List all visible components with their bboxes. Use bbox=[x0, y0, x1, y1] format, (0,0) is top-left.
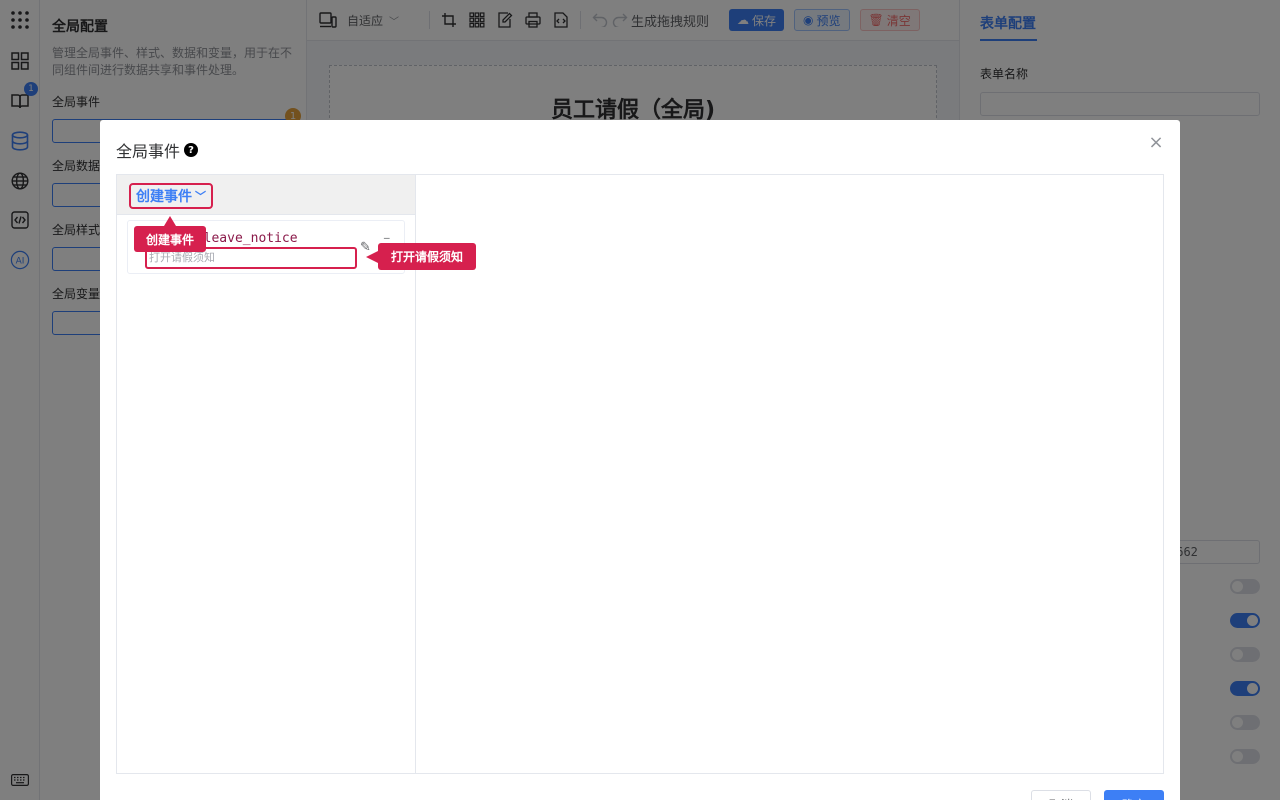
event-list-header: 创建事件 ﹀ bbox=[117, 175, 415, 215]
global-events-dialog: 全局事件 ? × 创建事件 ﹀ n_leave_notice 打开请假须知 ✎ … bbox=[100, 120, 1180, 800]
dialog-title-text: 全局事件 bbox=[116, 142, 181, 161]
description-tip: 打开请假须知 bbox=[366, 243, 476, 270]
chevron-down-icon: ﹀ bbox=[195, 190, 206, 203]
dialog-body: 创建事件 ﹀ n_leave_notice 打开请假须知 ✎ ‾ bbox=[116, 174, 1164, 774]
event-list-panel: 创建事件 ﹀ n_leave_notice 打开请假须知 ✎ ‾ bbox=[117, 175, 416, 773]
cancel-button[interactable]: 取消 bbox=[1031, 790, 1091, 800]
create-event-button[interactable]: 创建事件 ﹀ bbox=[129, 183, 213, 209]
create-event-label: 创建事件 bbox=[136, 189, 192, 205]
close-icon[interactable]: × bbox=[1148, 134, 1164, 152]
confirm-button[interactable]: 确定 bbox=[1104, 790, 1164, 800]
create-event-tip: 创建事件 bbox=[134, 216, 206, 252]
dialog-title: 全局事件 ? bbox=[116, 138, 199, 162]
help-icon[interactable]: ? bbox=[184, 143, 199, 157]
